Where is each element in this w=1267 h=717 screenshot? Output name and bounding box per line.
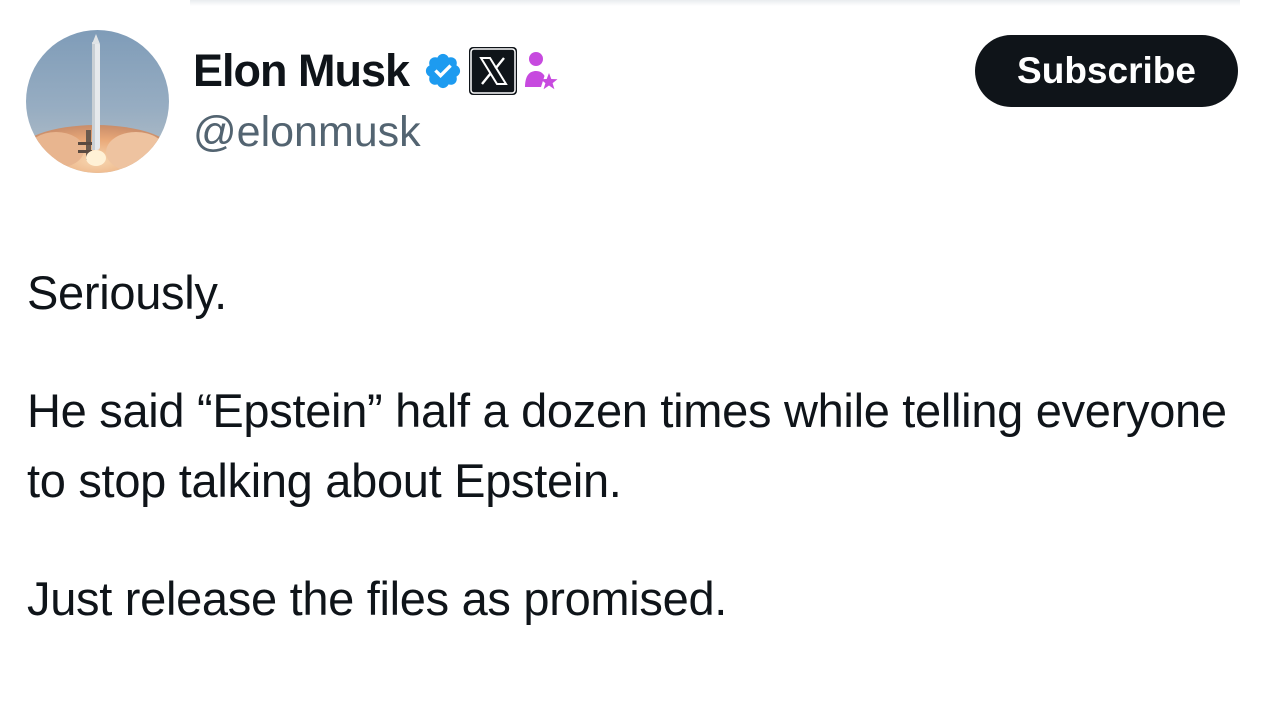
x-logo-icon[interactable]: [469, 47, 518, 95]
rocket-launch-icon: [26, 34, 169, 173]
avatar[interactable]: [26, 30, 169, 173]
tweet-paragraph: Just release the files as promised.: [27, 571, 728, 625]
person-star-icon[interactable]: [523, 49, 559, 93]
author-name-row: Elon Musk: [193, 42, 559, 100]
author-handle[interactable]: @elonmusk: [193, 108, 421, 157]
subscribe-button[interactable]: Subscribe: [975, 35, 1238, 107]
verified-badge-icon[interactable]: [423, 51, 463, 91]
tweet-paragraph: Seriously.: [27, 266, 227, 319]
top-divider-shadow: [190, 0, 1240, 6]
author-display-name[interactable]: Elon Musk: [193, 45, 410, 97]
tweet-text: Seriously. He said “Epstein” half a doze…: [27, 258, 1247, 634]
tweet-paragraph: He said “Epstein” half a dozen times whi…: [27, 383, 1227, 508]
